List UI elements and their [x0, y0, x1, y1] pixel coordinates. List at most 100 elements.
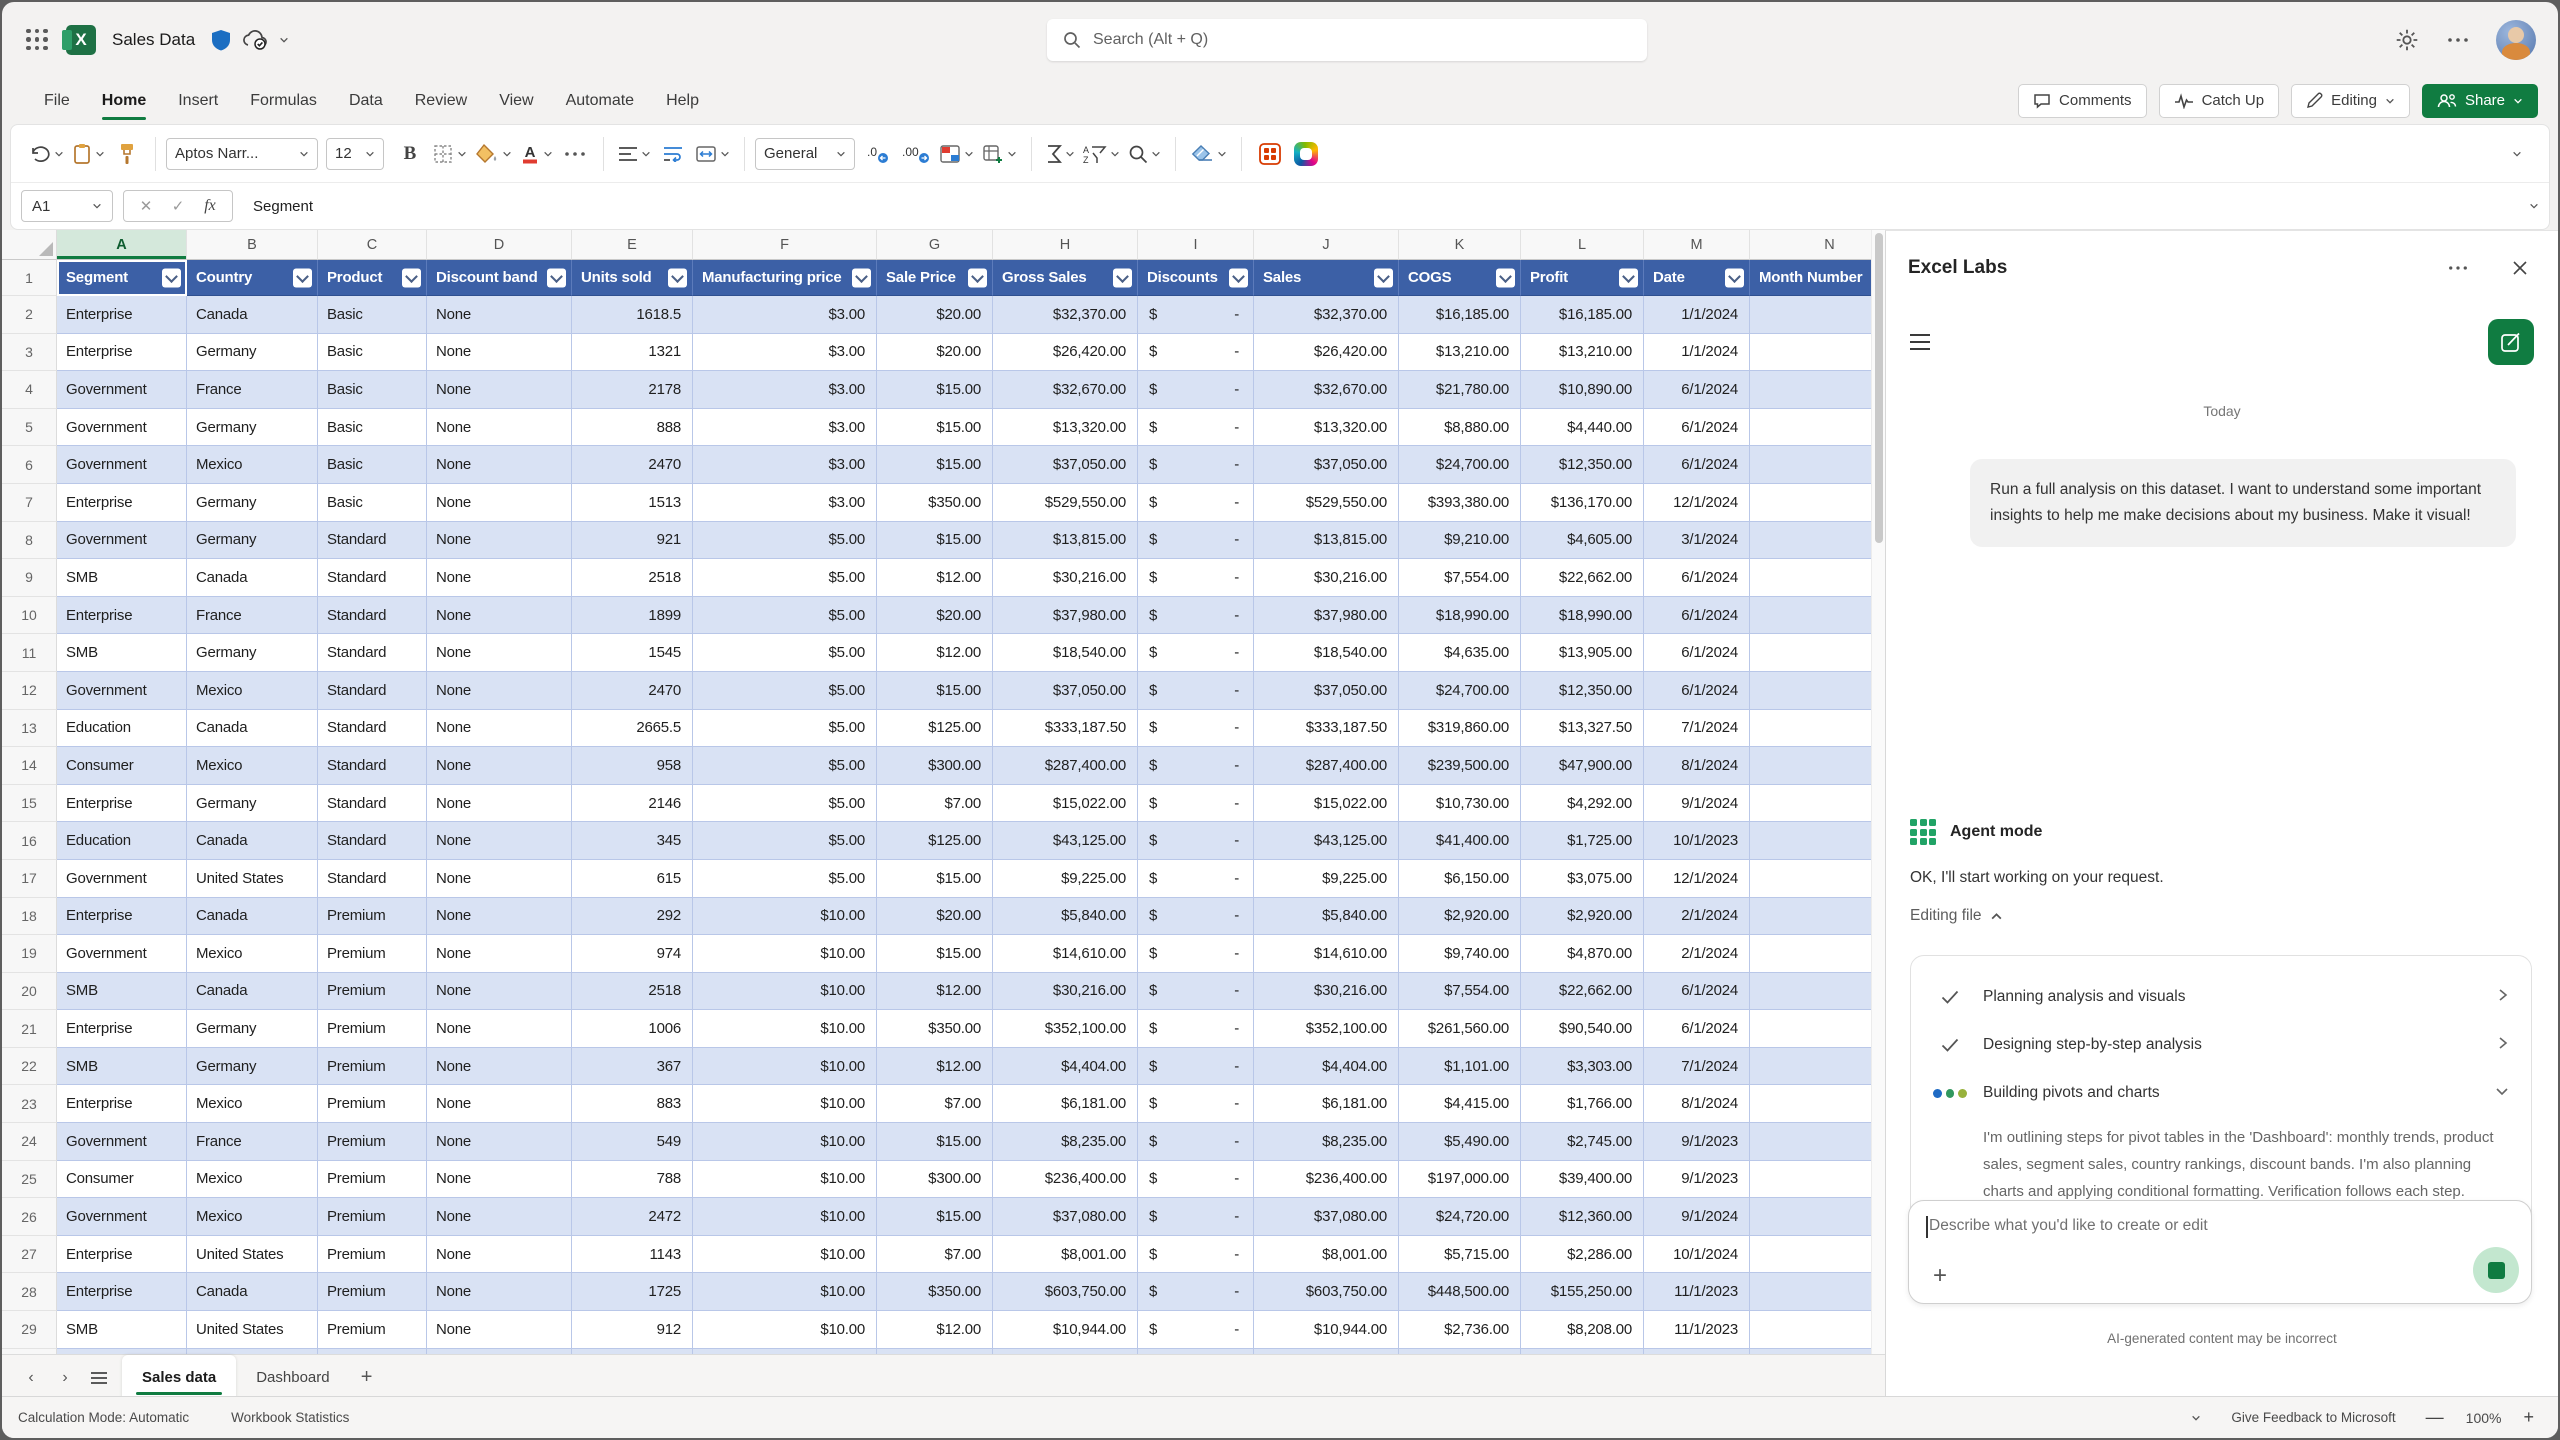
cell[interactable]: $10.00	[693, 1161, 877, 1199]
cell[interactable]: Standard	[318, 710, 427, 748]
cell[interactable]: $15,022.00	[993, 785, 1138, 823]
cell[interactable]: $13,905.00	[1521, 634, 1644, 672]
cell[interactable]: 6/1/2024	[1644, 597, 1750, 635]
cell[interactable]: Enterprise	[57, 785, 187, 823]
cell[interactable]: 6/1/2024	[1644, 634, 1750, 672]
cell[interactable]: 1513	[572, 484, 693, 522]
cell[interactable]: 615	[572, 860, 693, 898]
cell[interactable]: None	[427, 860, 572, 898]
cell[interactable]: $-	[1138, 484, 1254, 522]
cell[interactable]: 2146	[572, 785, 693, 823]
cell[interactable]: $18,540.00	[1254, 634, 1399, 672]
cell[interactable]: $39,400.00	[1521, 1161, 1644, 1199]
cell[interactable]: None	[427, 1048, 572, 1086]
filter-dropdown-icon[interactable]	[1725, 268, 1744, 287]
cell[interactable]: $-	[1138, 1198, 1254, 1236]
cell[interactable]: Government	[57, 860, 187, 898]
cell[interactable]: $24,700.00	[1399, 672, 1521, 710]
cell[interactable]: $13,320.00	[1254, 409, 1399, 447]
column-header-C[interactable]: C	[318, 230, 427, 260]
cell[interactable]: $393,380.00	[1399, 484, 1521, 522]
cell[interactable]: 11/1/2023	[1644, 1311, 1750, 1349]
cell[interactable]: $18,540.00	[993, 634, 1138, 672]
add-sheet-button[interactable]: +	[350, 1355, 384, 1400]
scrollbar-thumb[interactable]	[1875, 233, 1883, 543]
cell[interactable]: 6	[1750, 634, 1885, 672]
cell[interactable]: 12	[1750, 484, 1885, 522]
cell[interactable]: 7/1/2024	[1644, 710, 1750, 748]
cell[interactable]: Enterprise	[57, 334, 187, 372]
cell[interactable]: $4,605.00	[1521, 522, 1644, 560]
cell[interactable]: SMB	[57, 634, 187, 672]
clear-button[interactable]	[1186, 134, 1231, 174]
increase-decimal-button[interactable]: .00	[897, 134, 935, 174]
cell[interactable]: $13,815.00	[993, 522, 1138, 560]
cell[interactable]: 9/1/2024	[1644, 1198, 1750, 1236]
cell[interactable]: None	[427, 522, 572, 560]
excel-logo-icon[interactable]: X	[66, 25, 96, 55]
filter-dropdown-icon[interactable]	[1619, 268, 1638, 287]
cell[interactable]: $1,725.00	[1521, 822, 1644, 860]
cell[interactable]: $4,404.00	[1254, 1048, 1399, 1086]
cell[interactable]: $7.00	[877, 785, 993, 823]
cell[interactable]: $5.00	[693, 860, 877, 898]
cell[interactable]: $333,187.50	[1254, 710, 1399, 748]
row-header-1[interactable]: 1	[2, 260, 57, 296]
cell[interactable]: $4,415.00	[1399, 1085, 1521, 1123]
row-header-7[interactable]: 7	[2, 484, 57, 522]
cell[interactable]: $20.00	[877, 296, 993, 334]
cell[interactable]: $32,370.00	[1254, 296, 1399, 334]
cell[interactable]: 11/1/2023	[1644, 1273, 1750, 1311]
cell[interactable]: $13,210.00	[1399, 334, 1521, 372]
row-header-25[interactable]: 25	[2, 1161, 57, 1199]
cell[interactable]: 8	[1750, 1085, 1885, 1123]
cell[interactable]: 1545	[572, 634, 693, 672]
cell[interactable]: $-	[1138, 334, 1254, 372]
cell[interactable]: $14,610.00	[993, 935, 1138, 973]
cell[interactable]: None	[427, 898, 572, 936]
more-options-icon[interactable]	[2446, 27, 2470, 53]
cell[interactable]: $-	[1138, 747, 1254, 785]
cell[interactable]: Government	[57, 672, 187, 710]
panel-more-button[interactable]	[2442, 252, 2474, 284]
share-button[interactable]: Share	[2422, 84, 2538, 118]
cell[interactable]: 974	[572, 935, 693, 973]
sensitivity-shield-icon[interactable]	[211, 29, 231, 51]
row-header-18[interactable]: 18	[2, 898, 57, 936]
cell[interactable]: Enterprise	[57, 1010, 187, 1048]
cell[interactable]: Enterprise	[57, 898, 187, 936]
cell[interactable]: 1/1/2024	[1644, 296, 1750, 334]
cell[interactable]: $15.00	[877, 860, 993, 898]
cell[interactable]: 1899	[572, 597, 693, 635]
menu-item-insert[interactable]: Insert	[166, 84, 230, 118]
cell[interactable]: None	[427, 747, 572, 785]
column-header-E[interactable]: E	[572, 230, 693, 260]
cell[interactable]: Government	[57, 935, 187, 973]
cell[interactable]: $10.00	[693, 1273, 877, 1311]
cell[interactable]: None	[427, 710, 572, 748]
cell[interactable]: Basic	[318, 371, 427, 409]
cell[interactable]: SMB	[57, 973, 187, 1011]
cell[interactable]: $-	[1138, 1236, 1254, 1274]
cell[interactable]: $37,050.00	[1254, 672, 1399, 710]
cell[interactable]: $7.00	[877, 1085, 993, 1123]
attach-button[interactable]: +	[1925, 1261, 1955, 1291]
cell[interactable]: $333,187.50	[993, 710, 1138, 748]
cell[interactable]: Standard	[318, 522, 427, 560]
cell[interactable]: None	[427, 1311, 572, 1349]
cell[interactable]: 2470	[572, 446, 693, 484]
filter-dropdown-icon[interactable]	[402, 268, 421, 287]
row-header-24[interactable]: 24	[2, 1123, 57, 1161]
menu-item-help[interactable]: Help	[654, 84, 711, 118]
cell[interactable]: 9	[1750, 1123, 1885, 1161]
filter-dropdown-icon[interactable]	[547, 268, 566, 287]
cell[interactable]: $8,208.00	[1521, 1311, 1644, 1349]
cell[interactable]: Premium	[318, 1085, 427, 1123]
cell[interactable]: None	[427, 409, 572, 447]
cell[interactable]: 1	[1750, 334, 1885, 372]
cell[interactable]: None	[427, 785, 572, 823]
cell[interactable]: 788	[572, 1161, 693, 1199]
more-formatting-button[interactable]	[557, 134, 593, 174]
sort-filter-button[interactable]: AZ	[1079, 134, 1124, 174]
cell[interactable]: Germany	[187, 334, 318, 372]
